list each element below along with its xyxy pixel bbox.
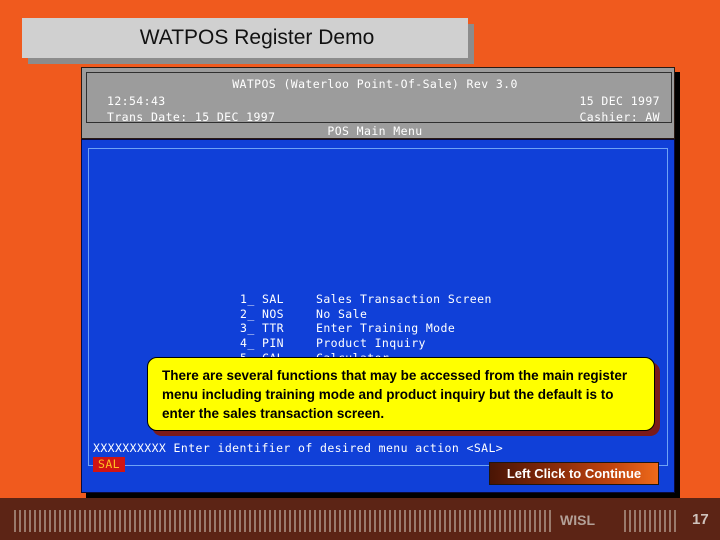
menu-item[interactable]: 3_ TTR Enter Training Mode xyxy=(240,321,638,336)
callout-box: There are several functions that may be … xyxy=(147,357,655,431)
menu-action-input[interactable]: SAL xyxy=(93,457,125,472)
system-date: 15 DEC 1997 xyxy=(579,94,660,108)
slide-title-bar: WATPOS Register Demo xyxy=(22,18,468,58)
menu-item-key: 2_ xyxy=(240,306,255,321)
continue-button-label: Left Click to Continue xyxy=(506,466,642,481)
footer-tick-marks-right xyxy=(624,510,676,532)
menu-item-code: TTR xyxy=(262,321,284,336)
footer-page-number: 17 xyxy=(692,511,709,528)
menu-item-description: Enter Training Mode xyxy=(316,321,456,336)
cashier-id: Cashier: AW xyxy=(579,110,660,124)
menu-item-code: PIN xyxy=(262,336,284,351)
menu-item-description: Sales Transaction Screen xyxy=(316,292,492,307)
menu-item[interactable]: 4_ PIN Product Inquiry xyxy=(240,336,638,351)
menu-item[interactable]: 1_ SAL Sales Transaction Screen xyxy=(240,292,638,307)
continue-button[interactable]: Left Click to Continue xyxy=(489,462,659,485)
callout-text: There are several functions that may be … xyxy=(162,367,628,421)
menu-item-code: SAL xyxy=(262,292,284,307)
clock-time: 12:54:43 xyxy=(107,94,166,108)
menu-item-key: 3_ xyxy=(240,321,255,336)
footer-brand: WISL xyxy=(560,512,595,528)
footer-tick-marks-left xyxy=(14,510,552,532)
terminal-header-panel: WATPOS (Waterloo Point-Of-Sale) Rev 3.0 … xyxy=(81,67,675,139)
terminal-body: 1_ SAL Sales Transaction Screen 2_ NOS No Sal… xyxy=(81,139,675,493)
menu-item-code: NOS xyxy=(262,306,284,321)
page-title: WATPOS Register Demo xyxy=(139,26,375,49)
menu-item-key: 1_ xyxy=(240,292,255,307)
app-title-line: WATPOS (Waterloo Point-Of-Sale) Rev 3.0 xyxy=(232,77,518,91)
prompt-text: XXXXXXXXXX Enter identifier of desired m… xyxy=(93,441,504,455)
transaction-date: Trans Date: 15 DEC 1997 xyxy=(107,110,276,124)
menu-item-description: No Sale xyxy=(316,306,368,321)
footer-bar: WISL 17 xyxy=(0,498,720,540)
menu-item-key: 4_ xyxy=(240,336,255,351)
menu-item[interactable]: 2_ NOS No Sale xyxy=(240,307,638,322)
slide-canvas: WATPOS Register Demo WATPOS (Waterloo Po… xyxy=(0,0,720,540)
menu-item-description: Product Inquiry xyxy=(316,336,426,351)
screen-name: POS Main Menu xyxy=(327,124,423,138)
